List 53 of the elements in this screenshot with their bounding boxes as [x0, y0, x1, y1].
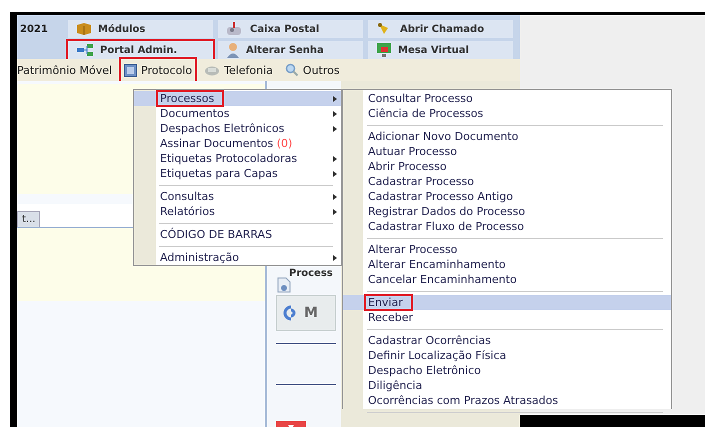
shortcut-button[interactable]: Alterar Senha: [218, 41, 363, 59]
menu-item[interactable]: Autuar Processo: [343, 144, 671, 159]
menu-item[interactable]: Enviar: [343, 295, 671, 310]
year-label: 2021: [19, 24, 49, 34]
document-icon: [277, 277, 291, 293]
menu-item[interactable]: Cadastrar Processo Antigo: [343, 189, 671, 204]
menu-item[interactable]: Abrir Processo: [343, 159, 671, 174]
menu-item[interactable]: Consultar Processo: [343, 91, 671, 106]
shortcut-button[interactable]: Portal Admin.: [68, 41, 213, 59]
menu-item[interactable]: Despachos Eletrônicos: [134, 121, 341, 136]
menu-item[interactable]: Alterar Processo: [343, 242, 671, 257]
menu-item[interactable]: Documentos: [134, 106, 341, 121]
menu-bar-item[interactable]: Protocolo: [121, 59, 196, 81]
menu-item[interactable]: Alterar Encaminhamento: [343, 257, 671, 272]
menu-item[interactable]: Diligência: [343, 378, 671, 393]
menu-item[interactable]: Adicionar Novo Documento: [343, 129, 671, 144]
menu-bar-item[interactable]: Patrimônio Móvel: [17, 59, 116, 81]
monitor-icon: [376, 42, 392, 58]
menu-item[interactable]: Cancelar Encaminhamento: [343, 272, 671, 287]
menu-item[interactable]: Administração: [134, 250, 341, 265]
logo-button[interactable]: M: [276, 295, 336, 331]
menu-item[interactable]: Registrar Dados do Processo: [343, 204, 671, 219]
count-label: (0): [276, 137, 292, 150]
menu-item[interactable]: CÓDIGO DE BARRAS: [134, 227, 341, 242]
menu-item[interactable]: Receber: [343, 310, 671, 325]
menu-item[interactable]: Processos: [134, 91, 341, 106]
menu-item[interactable]: Cadastrar Processo: [343, 174, 671, 189]
shortcut-button[interactable]: Abrir Chamado: [368, 20, 513, 38]
box-icon: [76, 22, 92, 36]
menu-item[interactable]: Cadastrar Fluxo de Processo: [343, 219, 671, 234]
shortcut-button[interactable]: Módulos: [68, 20, 213, 38]
menu-item[interactable]: Etiquetas Protocoladoras: [134, 151, 341, 166]
menu-item[interactable]: Etiquetas para Capas: [134, 166, 341, 181]
menu-item[interactable]: Cadastrar Ocorrências: [343, 333, 671, 348]
search-icon: [284, 63, 299, 77]
tab[interactable]: t...: [17, 211, 40, 227]
menu-item[interactable]: Ocorrências com Prazos Atrasados: [343, 393, 671, 408]
menu-item[interactable]: Definir Localização Física: [343, 348, 671, 363]
menu-item[interactable]: Assinar Documentos (0): [134, 136, 341, 151]
menu-bar-item[interactable]: Outros: [282, 59, 343, 81]
menu-item[interactable]: Ciência de Processos: [343, 106, 671, 121]
folder-icon: [124, 64, 138, 76]
menu-item[interactable]: Relatórios: [134, 204, 341, 219]
mailbox-icon: [226, 22, 244, 36]
shortcut-button[interactable]: Caixa Postal: [218, 20, 363, 38]
network-icon: [76, 44, 94, 56]
menu-item[interactable]: Consultas: [134, 189, 341, 204]
person-icon: [226, 42, 240, 58]
phone-icon: [204, 64, 220, 76]
menu-bar-item[interactable]: Telefonia: [201, 59, 276, 81]
shortcut-button[interactable]: Mesa Virtual: [368, 41, 513, 59]
menu-item[interactable]: Despacho Eletrônico: [343, 363, 671, 378]
section-label: Process: [289, 268, 333, 279]
